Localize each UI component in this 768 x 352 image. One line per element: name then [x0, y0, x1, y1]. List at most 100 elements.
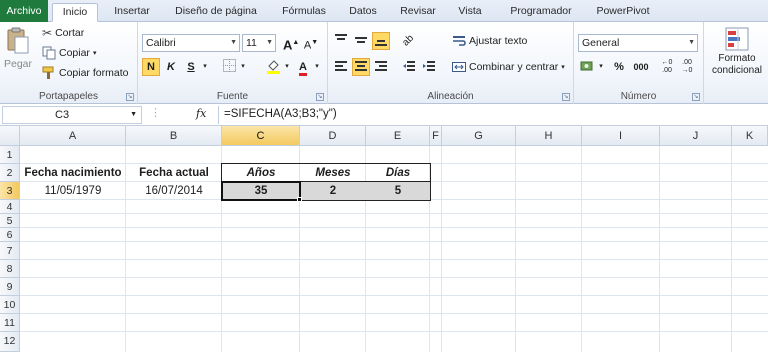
- cell-c2[interactable]: Años: [222, 165, 300, 181]
- increase-decimal-button[interactable]: ←0.00: [658, 58, 676, 76]
- number-format-value: General: [582, 37, 620, 49]
- font-color-button[interactable]: A: [294, 58, 312, 76]
- accounting-format-button[interactable]: [578, 58, 596, 76]
- conditional-format-label-2: condicional: [711, 65, 763, 76]
- row-header-1[interactable]: 1: [0, 146, 20, 164]
- font-color-dropdown[interactable]: ▾: [312, 58, 322, 76]
- tab-programador[interactable]: Programador: [498, 3, 584, 22]
- format-painter-button[interactable]: Copiar formato: [42, 66, 128, 80]
- formula-input[interactable]: =SIFECHA(A3;B3;"y"): [224, 108, 337, 120]
- align-top-button[interactable]: [332, 32, 350, 50]
- copy-button[interactable]: Copiar ▾: [42, 46, 96, 60]
- column-header-d[interactable]: D: [300, 126, 366, 146]
- row-header-11[interactable]: 11: [0, 314, 20, 332]
- cell-a2[interactable]: Fecha nacimiento: [20, 165, 126, 181]
- font-name-combo[interactable]: Calibri ▼: [142, 34, 240, 52]
- number-launcher-icon[interactable]: ↘: [692, 93, 700, 101]
- row-header-3[interactable]: 3: [0, 182, 20, 200]
- tab-inicio[interactable]: Inicio: [52, 3, 98, 22]
- accounting-dropdown[interactable]: ▾: [596, 58, 606, 76]
- row-header-2[interactable]: 2: [0, 164, 20, 182]
- group-number: General ▼ ▾ % 000 ←0.00 .00 →0 Número ↘: [574, 22, 704, 104]
- font-size-combo[interactable]: 11 ▼: [242, 34, 276, 52]
- column-header-c[interactable]: C: [222, 126, 300, 146]
- borders-dropdown[interactable]: ▾: [238, 58, 248, 76]
- cell-d3[interactable]: 2: [300, 183, 366, 199]
- decrease-indent-button[interactable]: [400, 58, 418, 76]
- fill-color-dropdown[interactable]: ▾: [282, 58, 292, 76]
- column-header-f[interactable]: F: [430, 126, 442, 146]
- cell-c3[interactable]: 35: [222, 183, 300, 199]
- wrap-text-button[interactable]: Ajustar texto: [452, 34, 527, 48]
- merge-center-label: Combinar y centrar: [469, 61, 559, 73]
- orientation-button[interactable]: ab: [400, 32, 418, 50]
- name-box[interactable]: C3 ▼: [2, 106, 142, 124]
- alignment-launcher-icon[interactable]: ↘: [562, 93, 570, 101]
- tab-diseno-pagina[interactable]: Diseño de página: [164, 3, 268, 22]
- italic-button[interactable]: K: [162, 58, 180, 76]
- chevron-down-icon: ▾: [285, 63, 289, 70]
- row-header-8[interactable]: 8: [0, 260, 20, 278]
- tab-formulas[interactable]: Fórmulas: [274, 3, 334, 22]
- fill-color-button[interactable]: [264, 58, 282, 76]
- column-header-j[interactable]: J: [660, 126, 732, 146]
- group-alignment: ab Ajustar texto Combinar y centrar ▾ Al…: [328, 22, 574, 104]
- cut-button[interactable]: ✂ Cortar: [42, 26, 84, 40]
- merge-center-button[interactable]: Combinar y centrar ▾: [452, 60, 565, 74]
- font-launcher-icon[interactable]: ↘: [316, 93, 324, 101]
- column-header-e[interactable]: E: [366, 126, 430, 146]
- worksheet-grid[interactable]: A B C D E F G H I J K 1 2 3 4 5 6 7 8 9 …: [0, 126, 768, 352]
- insert-function-icon[interactable]: fx: [196, 107, 206, 120]
- column-header-a[interactable]: A: [20, 126, 126, 146]
- tab-insertar[interactable]: Insertar: [104, 3, 160, 22]
- row-header-12[interactable]: 12: [0, 332, 20, 352]
- column-header-h[interactable]: H: [516, 126, 582, 146]
- cell-a3[interactable]: 11/05/1979: [20, 183, 126, 199]
- row-header-9[interactable]: 9: [0, 278, 20, 296]
- chevron-down-icon: ▼: [266, 39, 273, 46]
- align-right-button[interactable]: [372, 58, 390, 76]
- borders-button[interactable]: [220, 58, 238, 76]
- column-header-i[interactable]: I: [582, 126, 660, 146]
- row-header-4[interactable]: 4: [0, 200, 20, 214]
- align-center-button[interactable]: [352, 58, 370, 76]
- grow-font-button[interactable]: A▲: [282, 34, 300, 52]
- thousands-button[interactable]: 000: [630, 58, 652, 76]
- cell-b3[interactable]: 16/07/2014: [126, 183, 222, 199]
- cell-e2[interactable]: Días: [366, 165, 430, 181]
- align-middle-button[interactable]: [352, 32, 370, 50]
- align-left-button[interactable]: [332, 58, 350, 76]
- align-left-icon: [335, 61, 347, 71]
- align-bottom-button[interactable]: [372, 32, 390, 50]
- tab-powerpivot[interactable]: PowerPivot: [588, 3, 658, 22]
- increase-decimal-icon: ←0.00: [661, 59, 673, 74]
- row-header-7[interactable]: 7: [0, 242, 20, 260]
- increase-indent-button[interactable]: [420, 58, 438, 76]
- column-header-g[interactable]: G: [442, 126, 516, 146]
- gridline: [659, 146, 660, 352]
- percent-button[interactable]: %: [610, 58, 628, 76]
- underline-dropdown[interactable]: ▾: [200, 58, 210, 76]
- tab-revisar[interactable]: Revisar: [392, 3, 444, 22]
- conditional-format-button[interactable]: Formato condicional: [706, 26, 768, 76]
- paste-button[interactable]: Pegar: [4, 26, 32, 70]
- underline-button[interactable]: S: [182, 58, 200, 76]
- shrink-font-button[interactable]: A▼: [302, 34, 320, 52]
- column-header-b[interactable]: B: [126, 126, 222, 146]
- cell-e3[interactable]: 5: [366, 183, 430, 199]
- row-header-5[interactable]: 5: [0, 214, 20, 228]
- bold-button[interactable]: N: [142, 58, 160, 76]
- tab-archivo[interactable]: Archivo: [0, 0, 48, 22]
- select-all-corner[interactable]: [0, 126, 20, 146]
- decrease-decimal-button[interactable]: .00 →0: [678, 58, 696, 76]
- number-format-combo[interactable]: General ▼: [578, 34, 698, 52]
- tab-datos[interactable]: Datos: [340, 3, 386, 22]
- row-header-10[interactable]: 10: [0, 296, 20, 314]
- cell-b2[interactable]: Fecha actual: [126, 165, 222, 181]
- font-size-value: 11: [246, 37, 257, 49]
- row-header-6[interactable]: 6: [0, 228, 20, 242]
- cell-d2[interactable]: Meses: [300, 165, 366, 181]
- tab-vista[interactable]: Vista: [450, 3, 490, 22]
- clipboard-launcher-icon[interactable]: ↘: [126, 93, 134, 101]
- column-header-k[interactable]: K: [732, 126, 768, 146]
